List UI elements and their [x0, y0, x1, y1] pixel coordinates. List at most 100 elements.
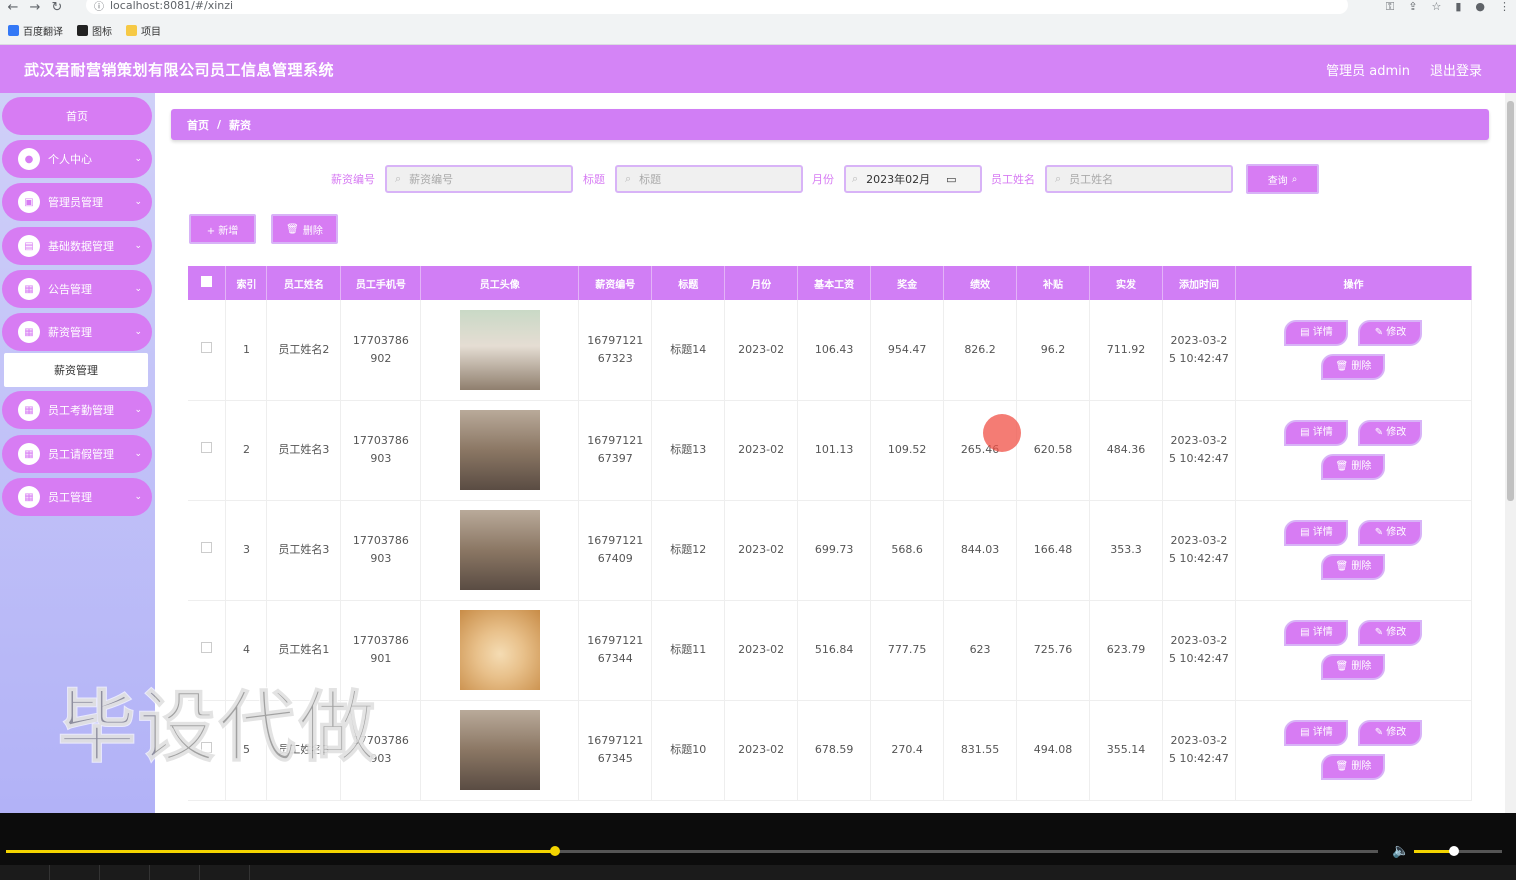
avatar-image[interactable]: [459, 610, 540, 690]
cell-salary-no: 16797121 67397: [578, 400, 653, 501]
detail-button[interactable]: ▤ 详情: [1284, 720, 1349, 746]
batch-delete-button[interactable]: 🗑 删除: [271, 214, 338, 244]
edit-button[interactable]: ✎ 修改: [1358, 720, 1423, 746]
avatar-image[interactable]: [459, 309, 540, 390]
avatar-image[interactable]: [459, 510, 540, 590]
cell-ops: ▤ 详情 ✎ 修改 🗑 删除: [1235, 700, 1473, 801]
profile-icon[interactable]: ●: [1475, 0, 1485, 14]
cell-month: 2023-02: [724, 700, 799, 801]
volume-fill: [1414, 850, 1454, 853]
add-button[interactable]: + 新增: [189, 214, 256, 244]
delete-button[interactable]: 🗑 删除: [1321, 454, 1386, 480]
sidebar-item-leave[interactable]: ▦ 员工请假管理 ⌄: [2, 435, 152, 473]
volume-track[interactable]: [1414, 846, 1502, 856]
scroll-thumb[interactable]: [1507, 101, 1514, 501]
star-icon[interactable]: ☆: [1431, 0, 1441, 14]
submenu-salary-manage[interactable]: 薪资管理: [4, 353, 148, 387]
detail-button[interactable]: ▤ 详情: [1284, 620, 1349, 646]
logout-link[interactable]: 退出登录: [1430, 60, 1482, 79]
bookmark-project[interactable]: 项目: [126, 23, 161, 38]
video-player-bar: 🔈: [0, 813, 1516, 880]
chevron-down-icon: ⌄: [134, 284, 142, 294]
breadcrumb-home[interactable]: 首页: [187, 117, 209, 133]
cell-index: 3: [225, 500, 268, 601]
more-icon[interactable]: ⋮: [1499, 0, 1510, 14]
sidebar-item-employee[interactable]: ▦ 员工管理 ⌄: [2, 478, 152, 516]
progress-knob[interactable]: [549, 846, 560, 856]
detail-button[interactable]: ▤ 详情: [1284, 319, 1349, 346]
row-checkbox[interactable]: [188, 400, 227, 501]
search-icon: ⌕: [1291, 173, 1298, 185]
cell-subsidy: 725.76: [1016, 600, 1091, 701]
cell-time: 2023-03-2 5 10:42:47: [1162, 600, 1236, 701]
edit-button[interactable]: ✎ 修改: [1358, 420, 1423, 446]
share-icon[interactable]: ⇪: [1408, 0, 1417, 14]
cell-net: 711.92: [1089, 300, 1163, 401]
cell-base: 678.59: [797, 700, 872, 801]
sidebar-item-home[interactable]: 首页: [2, 97, 152, 135]
cell-net: 353.3: [1089, 500, 1163, 601]
detail-button[interactable]: ▤ 详情: [1284, 520, 1349, 546]
cell-phone: 17703786 903: [340, 400, 422, 501]
cell-net: 623.79: [1089, 600, 1163, 701]
cell-bonus: 568.6: [870, 500, 945, 601]
sidebar-item-salary[interactable]: ▦ 薪资管理 ⌄: [2, 313, 152, 351]
cell-index: 1: [225, 300, 268, 401]
cell-subsidy: 166.48: [1016, 500, 1091, 601]
delete-button[interactable]: 🗑 删除: [1321, 353, 1386, 380]
cell-perf: 826.2: [943, 300, 1018, 401]
sidebar-item-notice[interactable]: ▦ 公告管理 ⌄: [2, 270, 152, 308]
sidebar-item-basedata[interactable]: ▤ 基础数据管理 ⌄: [2, 227, 152, 265]
query-button[interactable]: 查询 ⌕: [1246, 164, 1319, 194]
address-bar[interactable]: ⓘ localhost:8081/#/xinzi: [86, 0, 1348, 14]
click-indicator: [983, 414, 1021, 452]
cell-month: 2023-02: [724, 400, 799, 501]
edit-button[interactable]: ✎ 修改: [1358, 520, 1423, 546]
employee-name-input[interactable]: ⌕ 员工姓名: [1045, 165, 1233, 193]
calendar-icon[interactable]: ▭: [946, 173, 956, 186]
key-icon[interactable]: ⚿: [1386, 0, 1394, 14]
cell-ops: ▤ 详情 ✎ 修改 🗑 删除: [1235, 400, 1473, 501]
progress-track[interactable]: [6, 846, 1378, 856]
cell-avatar: [420, 300, 580, 401]
avatar-image[interactable]: [459, 710, 540, 790]
cell-title: 标题14: [651, 300, 726, 401]
title-input[interactable]: ⌕ 标题: [615, 165, 803, 193]
chevron-down-icon: ⌄: [134, 405, 142, 415]
chevron-down-icon: ⌄: [134, 241, 142, 251]
avatar-image[interactable]: [459, 410, 540, 490]
cell-bonus: 109.52: [870, 400, 945, 501]
cell-perf: 831.55: [943, 700, 1018, 801]
sidepanel-icon[interactable]: ▮: [1455, 0, 1461, 14]
row-checkbox[interactable]: [188, 500, 227, 601]
url-text: localhost:8081/#/xinzi: [110, 0, 234, 12]
delete-button[interactable]: 🗑 删除: [1321, 554, 1386, 580]
sidebar-item-attendance[interactable]: ▦ 员工考勤管理 ⌄: [2, 391, 152, 429]
bookmark-translate[interactable]: 百度翻译: [8, 23, 63, 38]
cell-time: 2023-03-2 5 10:42:47: [1162, 400, 1236, 501]
edit-button[interactable]: ✎ 修改: [1358, 620, 1423, 646]
delete-button[interactable]: 🗑 删除: [1321, 654, 1386, 680]
select-all-checkbox[interactable]: [188, 266, 227, 300]
sidebar-item-personal[interactable]: ● 个人中心 ⌄: [2, 140, 152, 178]
edit-button[interactable]: ✎ 修改: [1358, 319, 1423, 346]
cell-base: 101.13: [797, 400, 872, 501]
forward-icon[interactable]: →: [26, 0, 44, 15]
cell-perf: 844.03: [943, 500, 1018, 601]
volume-icon[interactable]: 🔈: [1392, 843, 1409, 859]
bookmark-icons[interactable]: 图标: [77, 23, 112, 38]
row-checkbox[interactable]: [188, 300, 227, 401]
sidebar-item-admin[interactable]: ▣ 管理员管理 ⌄: [2, 183, 152, 221]
cell-name: 员工姓名3: [266, 500, 342, 601]
salary-no-input[interactable]: ⌕ 薪资编号: [385, 165, 573, 193]
chevron-down-icon: ⌄: [134, 197, 142, 207]
delete-button[interactable]: 🗑 删除: [1321, 754, 1386, 780]
month-input[interactable]: ⌕ 2023年02月 ▭: [844, 165, 982, 193]
page-scrollbar[interactable]: [1505, 93, 1516, 813]
reload-icon[interactable]: ↻: [48, 0, 66, 15]
cell-title: 标题11: [651, 600, 726, 701]
volume-knob[interactable]: [1448, 846, 1459, 856]
back-icon[interactable]: ←: [4, 0, 22, 15]
cell-name: 员工姓名2: [266, 300, 342, 401]
detail-button[interactable]: ▤ 详情: [1284, 420, 1349, 446]
